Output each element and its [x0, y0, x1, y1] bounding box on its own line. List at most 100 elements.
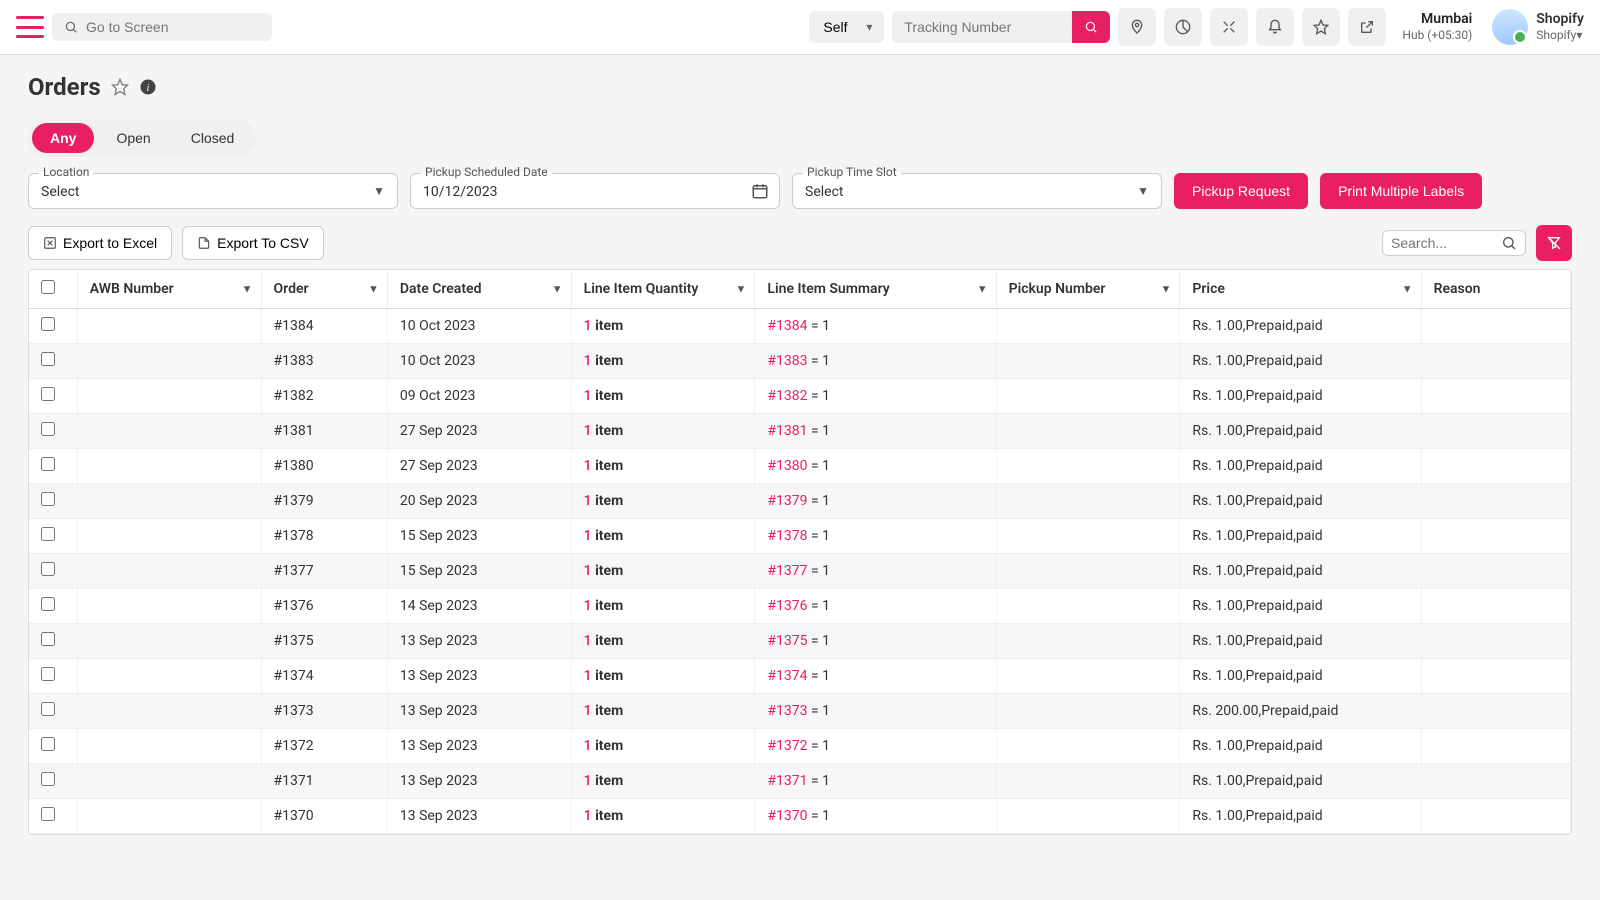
location-select[interactable]: Location Select ▼	[28, 173, 398, 209]
col-price[interactable]: Price▼	[1180, 270, 1421, 309]
tracking-search-button[interactable]	[1072, 11, 1110, 43]
go-to-screen-input[interactable]	[86, 19, 267, 35]
row-checkbox[interactable]	[41, 597, 55, 611]
row-checkbox[interactable]	[41, 772, 55, 786]
col-reason[interactable]: Reason	[1421, 270, 1570, 309]
favorite-button[interactable]	[1302, 8, 1340, 46]
row-checkbox[interactable]	[41, 702, 55, 716]
tab-any[interactable]: Any	[32, 123, 94, 153]
export-csv-button[interactable]: Export To CSV	[182, 226, 324, 260]
pickup-request-button[interactable]: Pickup Request	[1174, 173, 1308, 209]
print-labels-button[interactable]: Print Multiple Labels	[1320, 173, 1482, 209]
cell-awb	[77, 729, 261, 764]
col-pickup[interactable]: Pickup Number▼	[996, 270, 1180, 309]
pickup-date-input[interactable]: Pickup Scheduled Date 10/12/2023	[410, 173, 780, 209]
filter-icon[interactable]: ▼	[1161, 283, 1172, 296]
table-search-input[interactable]	[1391, 235, 1501, 251]
pie-chart-button[interactable]	[1164, 8, 1202, 46]
row-checkbox[interactable]	[41, 387, 55, 401]
filter-toggle-button[interactable]	[1536, 225, 1572, 261]
tab-closed[interactable]: Closed	[173, 123, 253, 153]
page-body: Orders i AnyOpenClosed Location Select ▼…	[0, 55, 1600, 853]
col-awb[interactable]: AWB Number▼	[77, 270, 261, 309]
row-checkbox[interactable]	[41, 492, 55, 506]
location-pin-button[interactable]	[1118, 8, 1156, 46]
tracking-number-input[interactable]	[892, 11, 1072, 43]
map-pin-icon	[1129, 19, 1145, 35]
user-name: Shopify	[1536, 10, 1584, 28]
excel-icon	[43, 236, 57, 250]
location-label: Location	[39, 165, 93, 179]
table-row: #1370 13 Sep 2023 1 item #1370 = 1 Rs. 1…	[29, 799, 1571, 834]
col-summary[interactable]: Line Item Summary▼	[755, 270, 996, 309]
cell-order: #1376	[261, 589, 387, 624]
cell-qty: 1 item	[571, 729, 755, 764]
star-icon	[1313, 19, 1329, 35]
row-checkbox[interactable]	[41, 667, 55, 681]
row-checkbox[interactable]	[41, 317, 55, 331]
col-qty[interactable]: Line Item Quantity▼	[571, 270, 755, 309]
cell-reason	[1421, 694, 1570, 729]
go-to-screen-search[interactable]	[52, 13, 272, 41]
cell-reason	[1421, 659, 1570, 694]
filter-icon[interactable]: ▼	[368, 283, 379, 296]
expand-button[interactable]	[1210, 8, 1248, 46]
time-slot-value: Select	[805, 180, 1149, 200]
cell-summary: #1376 = 1	[755, 589, 996, 624]
cell-summary: #1381 = 1	[755, 414, 996, 449]
notifications-button[interactable]	[1256, 8, 1294, 46]
export-excel-button[interactable]: Export to Excel	[28, 226, 172, 260]
external-link-button[interactable]	[1348, 8, 1386, 46]
favorite-page-icon[interactable]	[111, 78, 129, 96]
table-row: #1378 15 Sep 2023 1 item #1378 = 1 Rs. 1…	[29, 519, 1571, 554]
select-all-checkbox[interactable]	[41, 280, 55, 294]
row-checkbox[interactable]	[41, 562, 55, 576]
self-select-wrap[interactable]: Self	[809, 11, 884, 43]
search-icon	[1501, 235, 1517, 251]
col-order[interactable]: Order▼	[261, 270, 387, 309]
cell-reason	[1421, 519, 1570, 554]
cell-price: Rs. 1.00,Prepaid,paid	[1180, 414, 1421, 449]
cell-order: #1384	[261, 309, 387, 344]
cell-price: Rs. 1.00,Prepaid,paid	[1180, 344, 1421, 379]
cell-pickup	[996, 344, 1180, 379]
cell-date: 15 Sep 2023	[387, 519, 571, 554]
hamburger-menu-icon[interactable]	[16, 16, 44, 38]
cell-summary: #1383 = 1	[755, 344, 996, 379]
page-heading: Orders i	[28, 73, 1572, 101]
row-checkbox[interactable]	[41, 807, 55, 821]
calendar-icon[interactable]	[751, 182, 769, 200]
table-search[interactable]	[1382, 230, 1526, 256]
time-slot-select[interactable]: Pickup Time Slot Select ▼	[792, 173, 1162, 209]
cell-reason	[1421, 379, 1570, 414]
self-select[interactable]: Self	[809, 11, 884, 43]
cell-order: #1371	[261, 764, 387, 799]
row-checkbox[interactable]	[41, 632, 55, 646]
cell-awb	[77, 309, 261, 344]
cell-qty: 1 item	[571, 414, 755, 449]
info-icon[interactable]: i	[139, 78, 157, 96]
cell-pickup	[996, 554, 1180, 589]
cell-order: #1377	[261, 554, 387, 589]
table-row: #1381 27 Sep 2023 1 item #1381 = 1 Rs. 1…	[29, 414, 1571, 449]
row-checkbox[interactable]	[41, 527, 55, 541]
cell-pickup	[996, 519, 1180, 554]
filter-icon[interactable]: ▼	[736, 283, 747, 296]
tab-open[interactable]: Open	[98, 123, 168, 153]
cell-date: 13 Sep 2023	[387, 624, 571, 659]
cell-pickup	[996, 659, 1180, 694]
cell-pickup	[996, 589, 1180, 624]
cell-pickup	[996, 729, 1180, 764]
row-checkbox[interactable]	[41, 352, 55, 366]
table-row: #1380 27 Sep 2023 1 item #1380 = 1 Rs. 1…	[29, 449, 1571, 484]
col-date[interactable]: Date Created▼	[387, 270, 571, 309]
row-checkbox[interactable]	[41, 422, 55, 436]
filter-icon[interactable]: ▼	[242, 283, 253, 296]
filter-icon[interactable]: ▼	[977, 283, 988, 296]
filter-icon[interactable]: ▼	[1402, 283, 1413, 296]
row-checkbox[interactable]	[41, 737, 55, 751]
row-checkbox[interactable]	[41, 457, 55, 471]
user-menu[interactable]: Shopify Shopify▾	[1492, 9, 1584, 45]
filter-icon[interactable]: ▼	[552, 283, 563, 296]
cell-date: 13 Sep 2023	[387, 764, 571, 799]
